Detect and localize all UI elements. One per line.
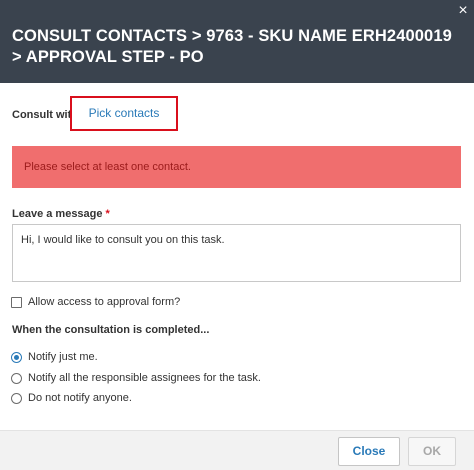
dialog-header: CONSULT CONTACTS > 9763 - SKU NAME ERH24… (0, 0, 474, 83)
allow-access-checkbox[interactable] (11, 297, 22, 308)
allow-access-label[interactable]: Allow access to approval form? (28, 296, 180, 308)
required-marker: * (105, 208, 110, 220)
dialog-title: CONSULT CONTACTS > 9763 - SKU NAME ERH24… (12, 27, 452, 66)
message-textarea[interactable]: Hi, I would like to consult you on this … (12, 224, 461, 282)
notify-all-assignees-label[interactable]: Notify all the responsible assignees for… (28, 372, 261, 384)
consult-with-label: Consult with (12, 109, 78, 121)
close-icon[interactable]: × (455, 3, 471, 19)
pick-contacts-button[interactable]: Pick contacts (70, 96, 178, 131)
notify-all-assignees-radio[interactable] (11, 373, 22, 384)
notify-just-me-label[interactable]: Notify just me. (28, 351, 98, 363)
completion-label: When the consultation is completed... (12, 324, 210, 336)
notify-no-one-label[interactable]: Do not notify anyone. (28, 392, 132, 404)
leave-message-label: Leave a message * (12, 208, 110, 220)
ok-button[interactable]: OK (408, 437, 456, 466)
error-alert: Please select at least one contact. (12, 146, 461, 188)
notify-no-one-radio[interactable] (11, 393, 22, 404)
notify-just-me-radio[interactable] (11, 352, 22, 363)
leave-message-label-text: Leave a message (12, 208, 103, 220)
dialog-footer: Close OK (0, 430, 474, 470)
close-button[interactable]: Close (338, 437, 400, 466)
